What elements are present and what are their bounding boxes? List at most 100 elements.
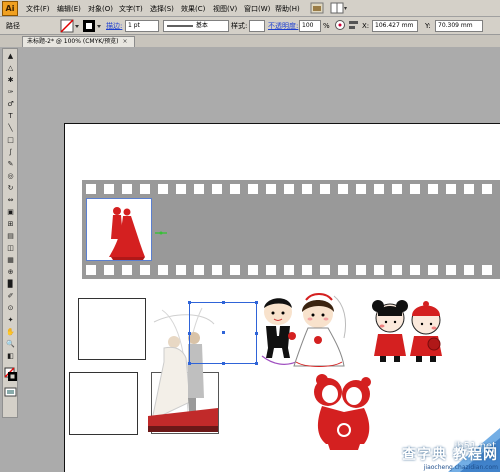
- stroke-panel-link[interactable]: 描边:: [106, 20, 122, 32]
- menu-type[interactable]: 文字(T): [119, 3, 143, 15]
- brush-profile-label: 基本: [195, 22, 208, 29]
- rectangle-tool-icon[interactable]: □: [4, 135, 17, 146]
- document-tab-title: 未标题-2* @ 100% (CMYK/预览): [27, 38, 119, 45]
- blob-brush-tool-icon[interactable]: ◎: [4, 171, 17, 182]
- film-sprocket-hole: [140, 184, 150, 194]
- selection-center-marker-svg: [155, 231, 167, 235]
- paintbrush-tool-icon[interactable]: ∫: [4, 147, 17, 158]
- film-sprocket-hole: [230, 265, 240, 275]
- control-bar: 路径 描边: 1 pt 基本 样式: 不透明度: 100 % X: 106.42…: [0, 17, 500, 35]
- draw-mode-icon[interactable]: ◧: [4, 351, 17, 362]
- y-label: Y:: [425, 22, 431, 30]
- graphic-style-swatch[interactable]: [249, 20, 265, 32]
- direct-selection-tool-icon[interactable]: △: [4, 63, 17, 74]
- eyedropper-tool-icon[interactable]: ⊕: [4, 267, 17, 278]
- align-icon[interactable]: [348, 19, 360, 31]
- x-position-field[interactable]: 106.427 mm: [372, 20, 418, 32]
- menu-help[interactable]: 帮助(H): [275, 3, 300, 15]
- free-transform-tool-icon[interactable]: ▣: [4, 207, 17, 218]
- red-kissing-couple-graphic: [314, 374, 371, 450]
- red-kissing-couple-illustration[interactable]: [308, 372, 382, 452]
- gradient-tool-icon[interactable]: ▦: [4, 255, 17, 266]
- bridge-icon[interactable]: [310, 2, 324, 14]
- selection-type: 路径: [6, 22, 20, 30]
- film-sprocket-hole: [266, 265, 276, 275]
- column-graph-tool-icon[interactable]: ⊙: [4, 303, 17, 314]
- stroke-weight-field[interactable]: 1 pt: [125, 20, 159, 32]
- artboard-tool-icon[interactable]: ✦: [4, 315, 17, 326]
- menu-effect[interactable]: 效果(C): [181, 3, 205, 15]
- resize-handle-s[interactable]: [222, 362, 225, 365]
- cartoon-couple-illustration[interactable]: [256, 292, 352, 376]
- menu-object[interactable]: 对象(O): [88, 3, 113, 15]
- opacity-unit: %: [323, 22, 330, 30]
- opacity-field[interactable]: 100: [299, 20, 321, 32]
- stroke-swatch[interactable]: [82, 19, 102, 32]
- arrange-documents-icon[interactable]: [330, 2, 348, 14]
- film-sprocket-hole: [410, 184, 420, 194]
- lasso-tool-icon[interactable]: ✑: [4, 87, 17, 98]
- film-sprocket-hole: [482, 265, 492, 275]
- menu-select[interactable]: 选择(S): [150, 3, 174, 15]
- menu-window-label: 窗口(W): [244, 5, 271, 13]
- zoom-tool-icon[interactable]: 🔍: [4, 339, 17, 350]
- film-sprocket-hole: [284, 184, 294, 194]
- rotate-tool-icon[interactable]: ↻: [4, 183, 17, 194]
- photo-frame-1[interactable]: [78, 298, 146, 360]
- perspective-grid-tool-icon[interactable]: ▤: [4, 231, 17, 242]
- watermark: 查字典 教程网 jiaocheng.chazidian.com: [402, 444, 498, 471]
- align-icon-svg: [349, 21, 358, 29]
- photo-frame-2[interactable]: [69, 372, 138, 435]
- recolor-icon[interactable]: [334, 19, 346, 31]
- film-sprocket-hole: [122, 265, 132, 275]
- opacity-panel-link[interactable]: 不透明度:: [268, 20, 298, 32]
- document-tab[interactable]: 未标题-2* @ 100% (CMYK/预览) ×: [22, 36, 135, 47]
- resize-handle-w[interactable]: [188, 332, 191, 335]
- film-sprocket-hole: [428, 265, 438, 275]
- resize-handle-nw[interactable]: [188, 301, 191, 304]
- resize-handle-n[interactable]: [222, 301, 225, 304]
- menu-view[interactable]: 视图(V): [213, 3, 237, 15]
- film-sprocket-hole: [140, 265, 150, 275]
- film-sprocket-hole: [320, 265, 330, 275]
- blend-tool-icon[interactable]: ▉: [4, 279, 17, 290]
- close-icon[interactable]: ×: [123, 38, 128, 45]
- type-tool-icon[interactable]: T: [4, 111, 17, 122]
- fill-swatch[interactable]: [60, 19, 80, 33]
- shape-builder-tool-icon[interactable]: ⊞: [4, 219, 17, 230]
- chinese-cartoon-kids-illustration[interactable]: [368, 296, 454, 364]
- watermark-url: jiaocheng.chazidian.com: [423, 464, 498, 471]
- brush-profile-select[interactable]: 基本: [163, 20, 229, 32]
- wedding-silhouette-image[interactable]: [86, 198, 152, 261]
- pen-tool-icon[interactable]: ♂: [4, 99, 17, 110]
- film-sprocket-hole: [464, 265, 474, 275]
- film-sprocket-hole: [374, 184, 384, 194]
- document-tab-bar: 未标题-2* @ 100% (CMYK/预览) ×: [0, 35, 500, 47]
- y-position-field[interactable]: 70.309 mm: [435, 20, 483, 32]
- fill-stroke-icon: [4, 367, 17, 381]
- film-sprocket-hole: [320, 184, 330, 194]
- selection-tool-icon[interactable]: ▲: [4, 51, 17, 62]
- film-sprocket-hole: [230, 184, 240, 194]
- pencil-tool-icon[interactable]: ✎: [4, 159, 17, 170]
- menu-edit[interactable]: 编辑(E): [57, 3, 81, 15]
- film-sprocket-hole: [158, 184, 168, 194]
- film-sprocket-hole: [392, 265, 402, 275]
- film-sprocket-hole: [464, 184, 474, 194]
- menu-file[interactable]: 文件(F): [26, 3, 50, 15]
- opacity-value: 100: [302, 22, 314, 29]
- line-tool-icon[interactable]: ╲: [4, 123, 17, 134]
- film-sprocket-hole: [212, 184, 222, 194]
- resize-handle-sw[interactable]: [188, 362, 191, 365]
- stroke-line-preview: [167, 25, 193, 27]
- screen-mode-icon[interactable]: [4, 387, 18, 397]
- width-tool-icon[interactable]: ⇔: [4, 195, 17, 206]
- selection-bounding-box[interactable]: [188, 301, 258, 365]
- hand-tool-icon[interactable]: ✋: [4, 327, 17, 338]
- magic-wand-tool-icon[interactable]: ✱: [4, 75, 17, 86]
- menu-window[interactable]: 窗口(W): [244, 3, 270, 15]
- watermark-main-text: 查字典 教程网: [402, 447, 498, 463]
- mesh-tool-icon[interactable]: ◫: [4, 243, 17, 254]
- symbol-sprayer-tool-icon[interactable]: ✐: [4, 291, 17, 302]
- fill-stroke-indicator[interactable]: [4, 367, 18, 383]
